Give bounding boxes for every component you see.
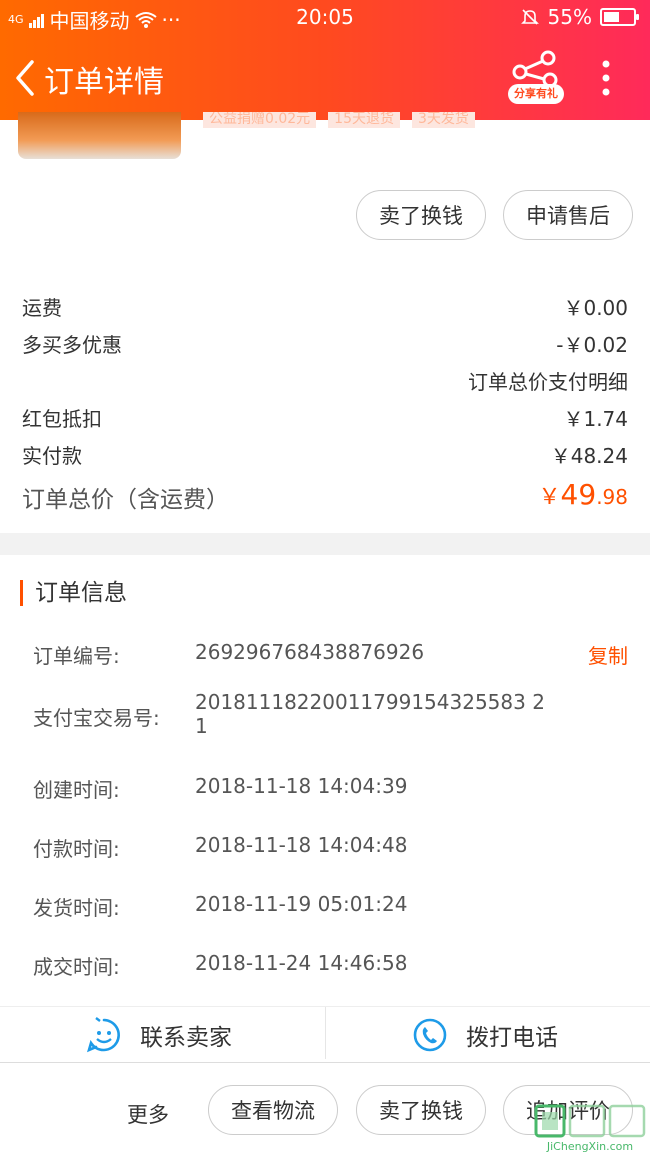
chat-smile-icon: [86, 1017, 120, 1053]
info-value: 269296768438876926: [195, 640, 425, 664]
discount-row: 多买多优惠 -￥0.02: [22, 329, 628, 358]
sell-for-cash-button[interactable]: 卖了换钱: [356, 190, 486, 240]
total-price: ￥49.98: [539, 478, 628, 511]
nav-bar: 订单详情 分享有礼: [0, 44, 650, 114]
phone-icon: [413, 1018, 447, 1052]
share-reward-badge[interactable]: 分享有礼: [508, 84, 564, 104]
shipping-value: ￥0.00: [563, 296, 628, 320]
shipping-row: 运费 ￥0.00: [22, 292, 628, 321]
paid-label: 实付款: [22, 444, 82, 468]
info-value: 2018-11-19 05:01:24: [195, 892, 408, 916]
product-thumbnail[interactable]: [18, 112, 181, 159]
redpacket-label: 红包抵扣: [22, 407, 102, 431]
status-right: 55%: [520, 5, 639, 29]
redpacket-row: 红包抵扣 ￥1.74: [22, 403, 628, 432]
copy-order-number-button[interactable]: 复制: [588, 640, 628, 669]
info-value: 2018-11-24 14:46:58: [195, 951, 408, 975]
order-info-title: 订单信息: [20, 580, 127, 606]
payment-detail-link[interactable]: 订单总价支付明细: [468, 366, 628, 395]
contact-divider: [325, 1007, 326, 1059]
contact-bar: 联系卖家 拨打电话: [0, 1006, 650, 1062]
contact-seller-label: 联系卖家: [140, 1025, 232, 1051]
discount-value: -￥0.02: [556, 333, 628, 357]
total-integer: 49: [560, 478, 597, 511]
total-decimal: .98: [596, 485, 628, 509]
sell-for-cash-bottom-button[interactable]: 卖了换钱: [356, 1085, 486, 1135]
info-key: 成交时间:: [33, 955, 120, 979]
page-title: 订单详情: [44, 65, 164, 100]
info-key: 支付宝交易号:: [33, 706, 160, 730]
contact-seller-button[interactable]: 联系卖家: [86, 1007, 232, 1063]
product-tag: 公益捐赠0.02元: [203, 112, 317, 128]
paid-value: ￥48.24: [550, 444, 628, 468]
alarm-off-icon: [520, 9, 539, 25]
paid-row: 实付款 ￥48.24: [22, 440, 628, 469]
status-bar: 4G 中国移动 ··· 20:05 55%: [0, 0, 650, 34]
info-value: 2018-11-18 14:04:39: [195, 774, 408, 798]
total-label: 订单总价（含运费）: [22, 487, 229, 513]
more-vertical-icon[interactable]: [596, 58, 616, 98]
info-key: 订单编号:: [33, 644, 120, 668]
call-phone-button[interactable]: 拨打电话: [412, 1007, 558, 1063]
product-tag: 3天发货: [412, 112, 475, 128]
call-phone-label: 拨打电话: [466, 1025, 558, 1051]
watermark-logo: JiChengXin.com: [534, 1104, 646, 1153]
shipping-label: 运费: [22, 296, 62, 320]
top-header: 4G 中国移动 ··· 20:05 55% 订单详情 分享有礼: [0, 0, 650, 120]
discount-label: 多买多优惠: [22, 333, 122, 357]
info-key: 付款时间:: [33, 837, 120, 861]
view-logistics-button[interactable]: 查看物流: [208, 1085, 338, 1135]
info-value: 20181118220011799154325583 2 1: [195, 690, 545, 738]
info-key: 发货时间:: [33, 896, 120, 920]
redpacket-value: ￥1.74: [563, 407, 628, 431]
battery-percent: 55%: [547, 5, 592, 29]
total-currency: ￥: [538, 485, 561, 510]
battery-fill: [604, 12, 619, 22]
battery-icon: [600, 8, 639, 26]
info-value: 2018-11-18 14:04:48: [195, 833, 408, 857]
more-actions-button[interactable]: 更多: [127, 1099, 169, 1129]
product-tag: 15天退货: [328, 112, 400, 128]
section-divider: [0, 533, 650, 555]
watermark-text: JiChengXin.com: [546, 1140, 633, 1153]
apply-after-sale-button[interactable]: 申请售后: [503, 190, 633, 240]
back-arrow-icon[interactable]: [10, 58, 40, 98]
info-key: 创建时间:: [33, 778, 120, 802]
product-tags: 公益捐赠0.02元 15天退货 3天发货: [203, 112, 475, 128]
